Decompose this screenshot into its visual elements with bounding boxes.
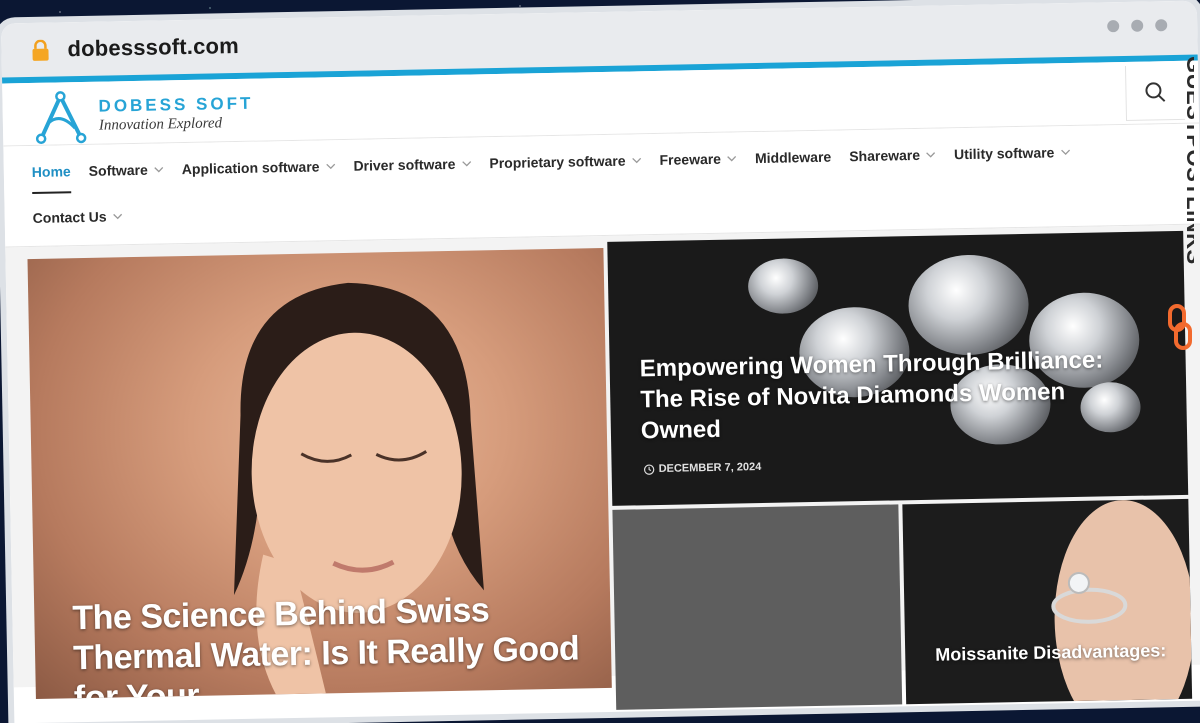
nav-item-middleware[interactable]: Middleware xyxy=(755,149,832,166)
nav-item-shareware[interactable]: Shareware xyxy=(849,147,936,164)
logo-tagline: Innovation Explored xyxy=(98,115,223,134)
browser-window: dobesssoft.com DOBESS SOFT Innovation Ex… xyxy=(0,0,1200,723)
nav-item-freeware[interactable]: Freeware xyxy=(659,150,737,168)
chevron-down-icon xyxy=(926,152,936,158)
menu-dot-icon xyxy=(1131,19,1144,32)
chevron-down-icon xyxy=(461,161,471,167)
chevron-down-icon xyxy=(632,157,641,164)
logo-name: DOBESS SOFT xyxy=(98,93,254,116)
nav-item-driver-software[interactable]: Driver software xyxy=(353,156,471,174)
svg-text:GUESTPOSTLINKS: GUESTPOSTLINKS xyxy=(1182,56,1194,265)
ring-image xyxy=(1051,500,1193,705)
menu-dot-icon xyxy=(1107,20,1120,33)
window-menu-dots[interactable] xyxy=(1107,19,1168,33)
featured-posts-grid: The Science Behind Swiss Thermal Water: … xyxy=(5,224,1200,710)
site-logo[interactable]: DOBESS SOFT Innovation Explored xyxy=(30,85,254,145)
diamond-image xyxy=(907,253,1030,357)
guestpostlinks-watermark: GUESTPOSTLINKS xyxy=(1168,56,1194,350)
lock-icon xyxy=(32,39,49,61)
post-title[interactable]: Empowering Women Through Brilliance: The… xyxy=(639,344,1141,447)
address-bar[interactable]: dobesssoft.com xyxy=(67,33,239,62)
chevron-down-icon xyxy=(113,213,123,220)
featured-post-card[interactable]: Empowering Women Through Brilliance: The… xyxy=(607,230,1189,506)
chevron-down-icon xyxy=(727,155,737,162)
diamond-image xyxy=(747,257,819,315)
chevron-down-icon xyxy=(154,166,164,173)
nav-item-utility-software[interactable]: Utility software xyxy=(954,144,1071,162)
nav-item-proprietary-software[interactable]: Proprietary software xyxy=(489,152,641,171)
post-title[interactable]: The Science Behind Swiss Thermal Water: … xyxy=(72,588,594,699)
featured-post-card[interactable]: Moissanite Disadvantages: xyxy=(902,498,1193,705)
chevron-down-icon xyxy=(1060,149,1070,156)
nav-item-application-software[interactable]: Application software xyxy=(182,158,336,177)
logo-mark-icon xyxy=(35,91,87,145)
nav-item-contact-us[interactable]: Contact Us xyxy=(33,208,123,226)
menu-dot-icon xyxy=(1155,19,1168,32)
chevron-down-icon xyxy=(325,163,335,170)
link-chain-icon xyxy=(1168,304,1192,350)
post-date: DECEMBER 7, 2024 xyxy=(643,461,761,475)
nav-item-home[interactable]: Home xyxy=(32,163,71,180)
featured-post-card[interactable]: The Science Behind Swiss Thermal Water: … xyxy=(27,248,612,699)
featured-post-card[interactable] xyxy=(612,504,903,710)
clock-icon xyxy=(643,463,655,475)
nav-item-software[interactable]: Software xyxy=(89,161,164,179)
